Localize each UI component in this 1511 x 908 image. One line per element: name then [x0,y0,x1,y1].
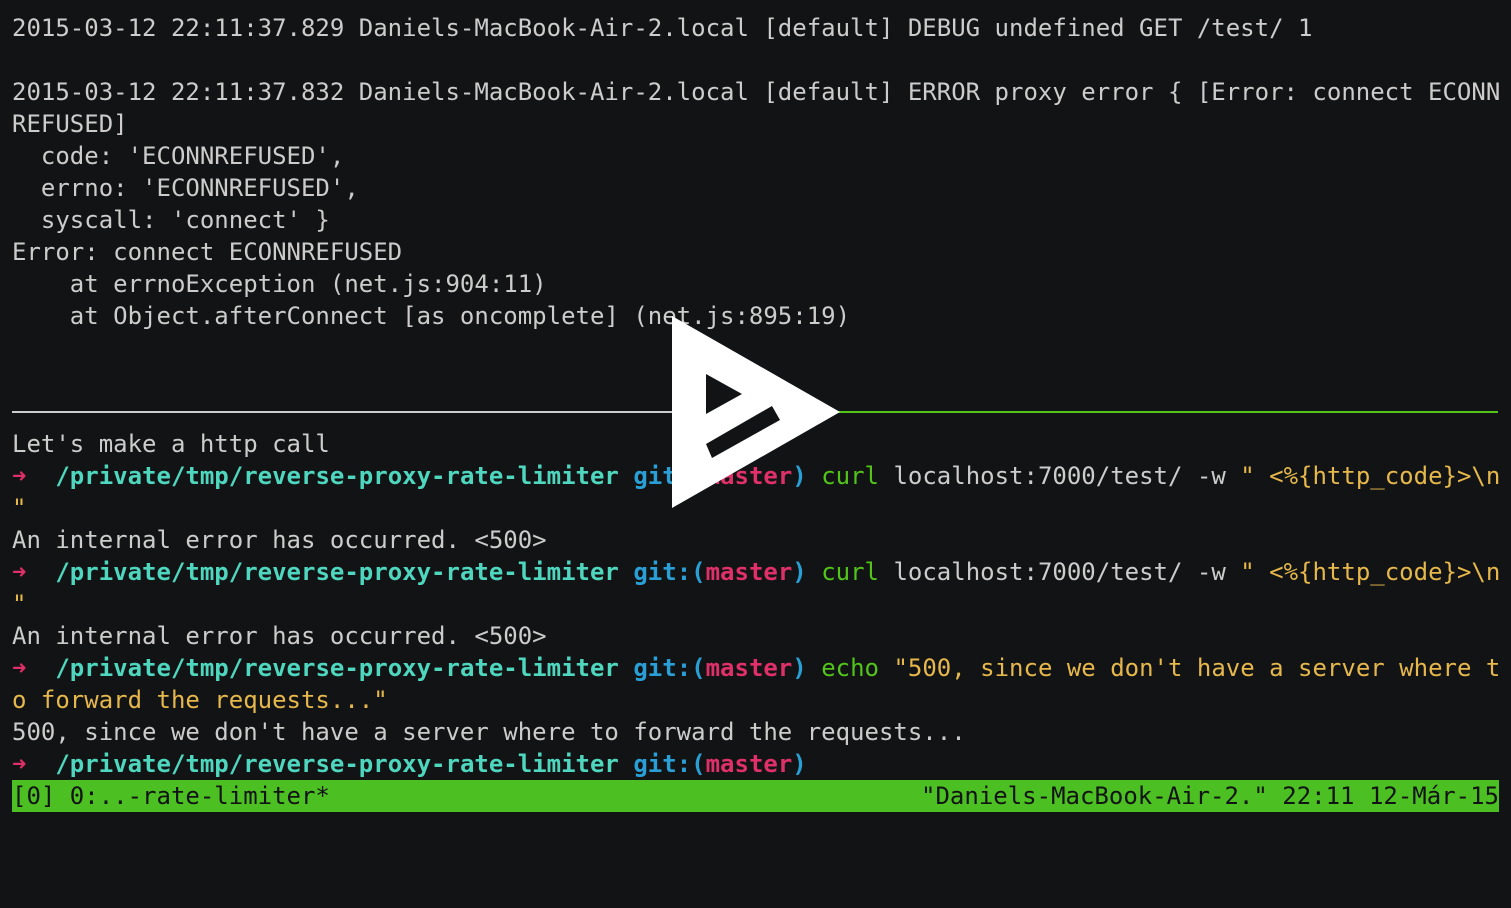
prompt-git-close: ) [792,558,807,586]
prompt-path: /private/tmp/reverse-proxy-rate-limiter [55,558,619,586]
tmux-status-bar: [0] 0:..-rate-limiter* "Daniels-MacBook-… [12,780,1499,812]
prompt-path: /private/tmp/reverse-proxy-rate-limiter [55,462,619,490]
prompt-arrow-icon: ➜ [12,750,27,778]
pane-divider[interactable] [12,411,672,413]
command-echo-string: "500, since we don't have a server where… [893,654,1501,682]
prompt-path: /private/tmp/reverse-proxy-rate-limiter [55,654,619,682]
log-error-syscall: syscall: 'connect' } [12,206,330,234]
prompt-git-open: git:( [633,750,706,778]
shell-intro-line: Let's make a http call [12,430,330,458]
prompt-arrow-icon: ➜ [12,462,27,490]
prompt-git-open: git:( [633,558,706,586]
log-error-line-wrap: REFUSED] [12,110,128,138]
prompt-branch: master [705,558,793,586]
prompt-git-close: ) [792,654,807,682]
terminal-window: 2015-03-12 22:11:37.829 Daniels-MacBook-… [0,0,1511,824]
prompt-arrow-icon: ➜ [12,654,27,682]
prompt-git-open: git:( [633,654,706,682]
status-window-list[interactable]: [0] 0:..-rate-limiter* [12,780,330,812]
log-error-code: code: 'ECONNREFUSED', [12,142,345,170]
shell-prompt-line: ➜ /private/tmp/reverse-proxy-rate-limite… [12,652,1500,684]
log-error-line: 2015-03-12 22:11:37.832 Daniels-MacBook-… [12,78,1501,106]
command-args: localhost:7000/test/ -w [893,462,1241,490]
log-stack-frame: at errnoException (net.js:904:11) [12,270,547,298]
shell-prompt-current[interactable]: ➜ /private/tmp/reverse-proxy-rate-limite… [12,748,807,780]
command-format-string: " <%{http_code}>\n [1240,462,1501,490]
command-format-string-wrap: " [12,590,27,618]
log-error-message: Error: connect ECONNREFUSED [12,238,403,266]
command-name: curl [821,558,879,586]
prompt-path: /private/tmp/reverse-proxy-rate-limiter [55,750,619,778]
command-args: localhost:7000/test/ -w [893,558,1241,586]
command-output: 500, since we don't have a server where … [12,718,966,746]
log-error-errno: errno: 'ECONNREFUSED', [12,174,359,202]
pane-divider-active[interactable] [830,411,1498,413]
command-name: echo [821,654,879,682]
prompt-branch: master [705,750,793,778]
log-debug-line: 2015-03-12 22:11:37.829 Daniels-MacBook-… [12,14,1313,42]
command-format-string: " <%{http_code}>\n [1240,558,1501,586]
shell-prompt-line: ➜ /private/tmp/reverse-proxy-rate-limite… [12,556,1500,588]
play-icon[interactable] [672,316,840,508]
command-output: An internal error has occurred. <500> [12,526,547,554]
status-host-clock: "Daniels-MacBook-Air-2." 22:11 12-Már-15 [921,782,1499,810]
command-format-string-wrap: " [12,494,27,522]
prompt-git-close: ) [792,750,807,778]
prompt-branch: master [705,654,793,682]
command-output: An internal error has occurred. <500> [12,622,547,650]
command-echo-string-wrap: o forward the requests..." [12,686,388,714]
prompt-arrow-icon: ➜ [12,558,27,586]
